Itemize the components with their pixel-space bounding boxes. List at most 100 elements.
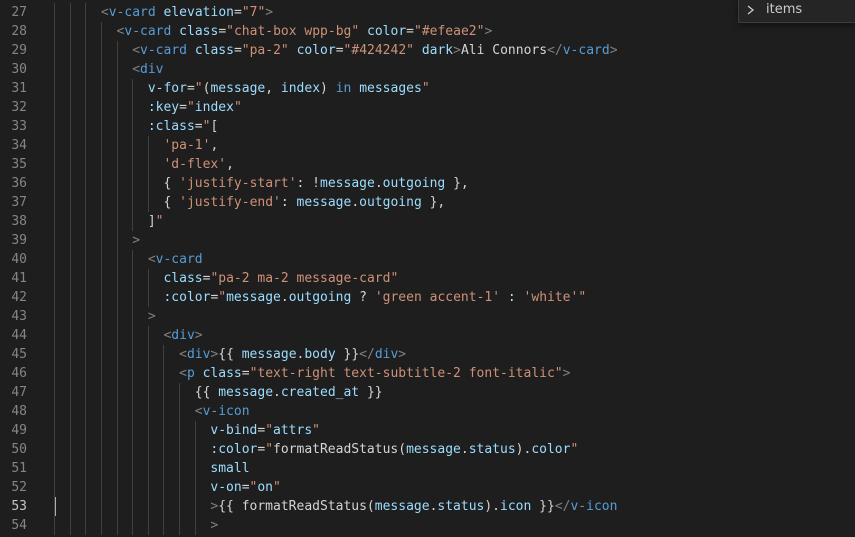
code-token: "#efeae2" (414, 24, 485, 39)
outline-item-label[interactable]: items (766, 1, 802, 19)
code-line[interactable]: >{{ formatReadStatus(message.status).ico… (210, 497, 617, 516)
code-line[interactable]: :key="index" (148, 98, 242, 117)
chevron-right-icon[interactable] (746, 2, 756, 18)
code-line[interactable]: v-bind="attrs" (210, 421, 320, 440)
code-token: 'd-flex' (163, 157, 227, 172)
indent-guide (54, 3, 55, 535)
code-token: > (398, 347, 407, 362)
code-token: "chat-box wpp-bg" (226, 24, 360, 39)
code-token: { (163, 195, 180, 210)
code-line[interactable]: :color="formatReadStatus(message.status)… (210, 440, 578, 459)
code-token: message (320, 176, 375, 191)
code-token: < (132, 62, 141, 77)
code-token: = (186, 81, 195, 96)
line-number: 40 (11, 252, 27, 267)
code-line[interactable]: <div>{{ message.body }}</div> (179, 345, 406, 364)
code-line[interactable]: <p class="text-right text-subtitle-2 fon… (179, 364, 570, 383)
indent-guide (194, 421, 196, 535)
indent-guide (132, 250, 134, 535)
code-token: ) (320, 81, 336, 96)
code-token: 'justify-end' (179, 195, 281, 210)
code-line[interactable]: class="pa-2 ma-2 message-card" (163, 269, 398, 288)
code-line[interactable]: <v-card elevation="7"> (101, 3, 273, 22)
code-token: < (147, 252, 156, 267)
code-line[interactable]: :color="message.outgoing ? 'green accent… (163, 288, 586, 307)
code-token: ). (515, 442, 532, 457)
code-token: : ! (296, 176, 321, 191)
code-line[interactable]: :class="[ (148, 117, 218, 136)
code-token: = (194, 119, 203, 134)
line-number: 37 (11, 195, 27, 210)
code-token: = (241, 480, 250, 495)
code-token: v-icon (202, 404, 250, 419)
code-line[interactable]: v-for="(message, index) in messages" (148, 79, 430, 98)
code-token: , (210, 138, 219, 153)
indent-guide (163, 345, 165, 535)
code-token: div (374, 347, 399, 362)
code-line[interactable]: > (132, 231, 140, 250)
code-line[interactable]: { 'justify-start': !message.outgoing }, (163, 174, 468, 193)
line-number: 28 (11, 24, 27, 39)
line-number: 42 (11, 290, 27, 305)
code-token: = (406, 24, 414, 39)
code-token: v-card (155, 252, 203, 267)
line-number: 52 (11, 480, 27, 495)
code-token: {{ (194, 385, 219, 400)
code-token: "pa-2" (241, 43, 289, 58)
code-area[interactable]: <v-card elevation="7"> <v-card class="cha… (54, 0, 855, 537)
code-token: > (609, 43, 618, 58)
indent-guide (179, 383, 181, 535)
code-line[interactable]: > (148, 307, 156, 326)
code-token: index (194, 100, 234, 115)
code-token: " (421, 81, 430, 96)
code-token: > (265, 5, 274, 20)
code-token: 'green accent-1' (374, 290, 501, 305)
code-token: message (226, 290, 281, 305)
code-line[interactable]: <v-card class="chat-box wpp-bg" color="#… (117, 22, 493, 41)
code-token: = (233, 5, 242, 20)
code-line[interactable]: > (210, 516, 218, 535)
code-token: " (194, 81, 203, 96)
code-token: ). (484, 499, 501, 514)
code-line[interactable]: <v-card class="pa-2" color="#424242" dar… (132, 41, 617, 60)
code-token: = (257, 423, 266, 438)
line-number: 33 (11, 119, 27, 134)
code-token: { (163, 176, 180, 191)
code-token: > (132, 233, 141, 248)
code-line[interactable]: 'pa-1', (163, 136, 218, 155)
code-line[interactable]: <v-icon (195, 402, 250, 421)
code-line[interactable]: <div (132, 60, 163, 79)
line-number: 32 (11, 100, 27, 115)
indent-guide (85, 3, 87, 535)
code-token: . (460, 442, 469, 457)
code-token: . (351, 195, 360, 210)
code-token: > (210, 518, 219, 533)
code-token: formatReadStatus( (241, 499, 375, 514)
code-token: " (312, 423, 320, 438)
code-token: }} (531, 499, 555, 514)
code-line[interactable]: {{ message.created_at }} (195, 383, 383, 402)
code-token: message (218, 385, 274, 400)
code-line[interactable]: v-on="on" (210, 478, 280, 497)
code-token: = (218, 24, 227, 39)
code-line[interactable]: small (210, 459, 249, 478)
code-token: v-card (108, 5, 156, 20)
code-line[interactable]: 'd-flex', (163, 155, 233, 174)
code-token: > (147, 309, 156, 324)
code-token: " (155, 214, 164, 229)
code-line[interactable]: <div> (163, 326, 202, 345)
code-line[interactable]: ]" (148, 212, 164, 231)
code-token: dark (421, 43, 454, 58)
code-editor[interactable]: 27 28 29 30 31 32 33 34 35 36 37 38 39 40 41 42 43 44 45 46… (0, 0, 855, 537)
code-token: v-for (147, 81, 187, 96)
line-number: 43 (11, 309, 27, 324)
code-line[interactable]: { 'justify-end': message.outgoing }, (163, 193, 445, 212)
code-token: . (273, 385, 281, 400)
code-line[interactable]: <v-card (148, 250, 203, 269)
code-token: ? (351, 290, 375, 305)
code-token: < (100, 5, 109, 20)
code-token: "pa-2 ma-2 message-card" (210, 271, 399, 286)
breadcrumb-outline-popup[interactable]: items (738, 0, 855, 23)
code-token: < (132, 43, 141, 58)
